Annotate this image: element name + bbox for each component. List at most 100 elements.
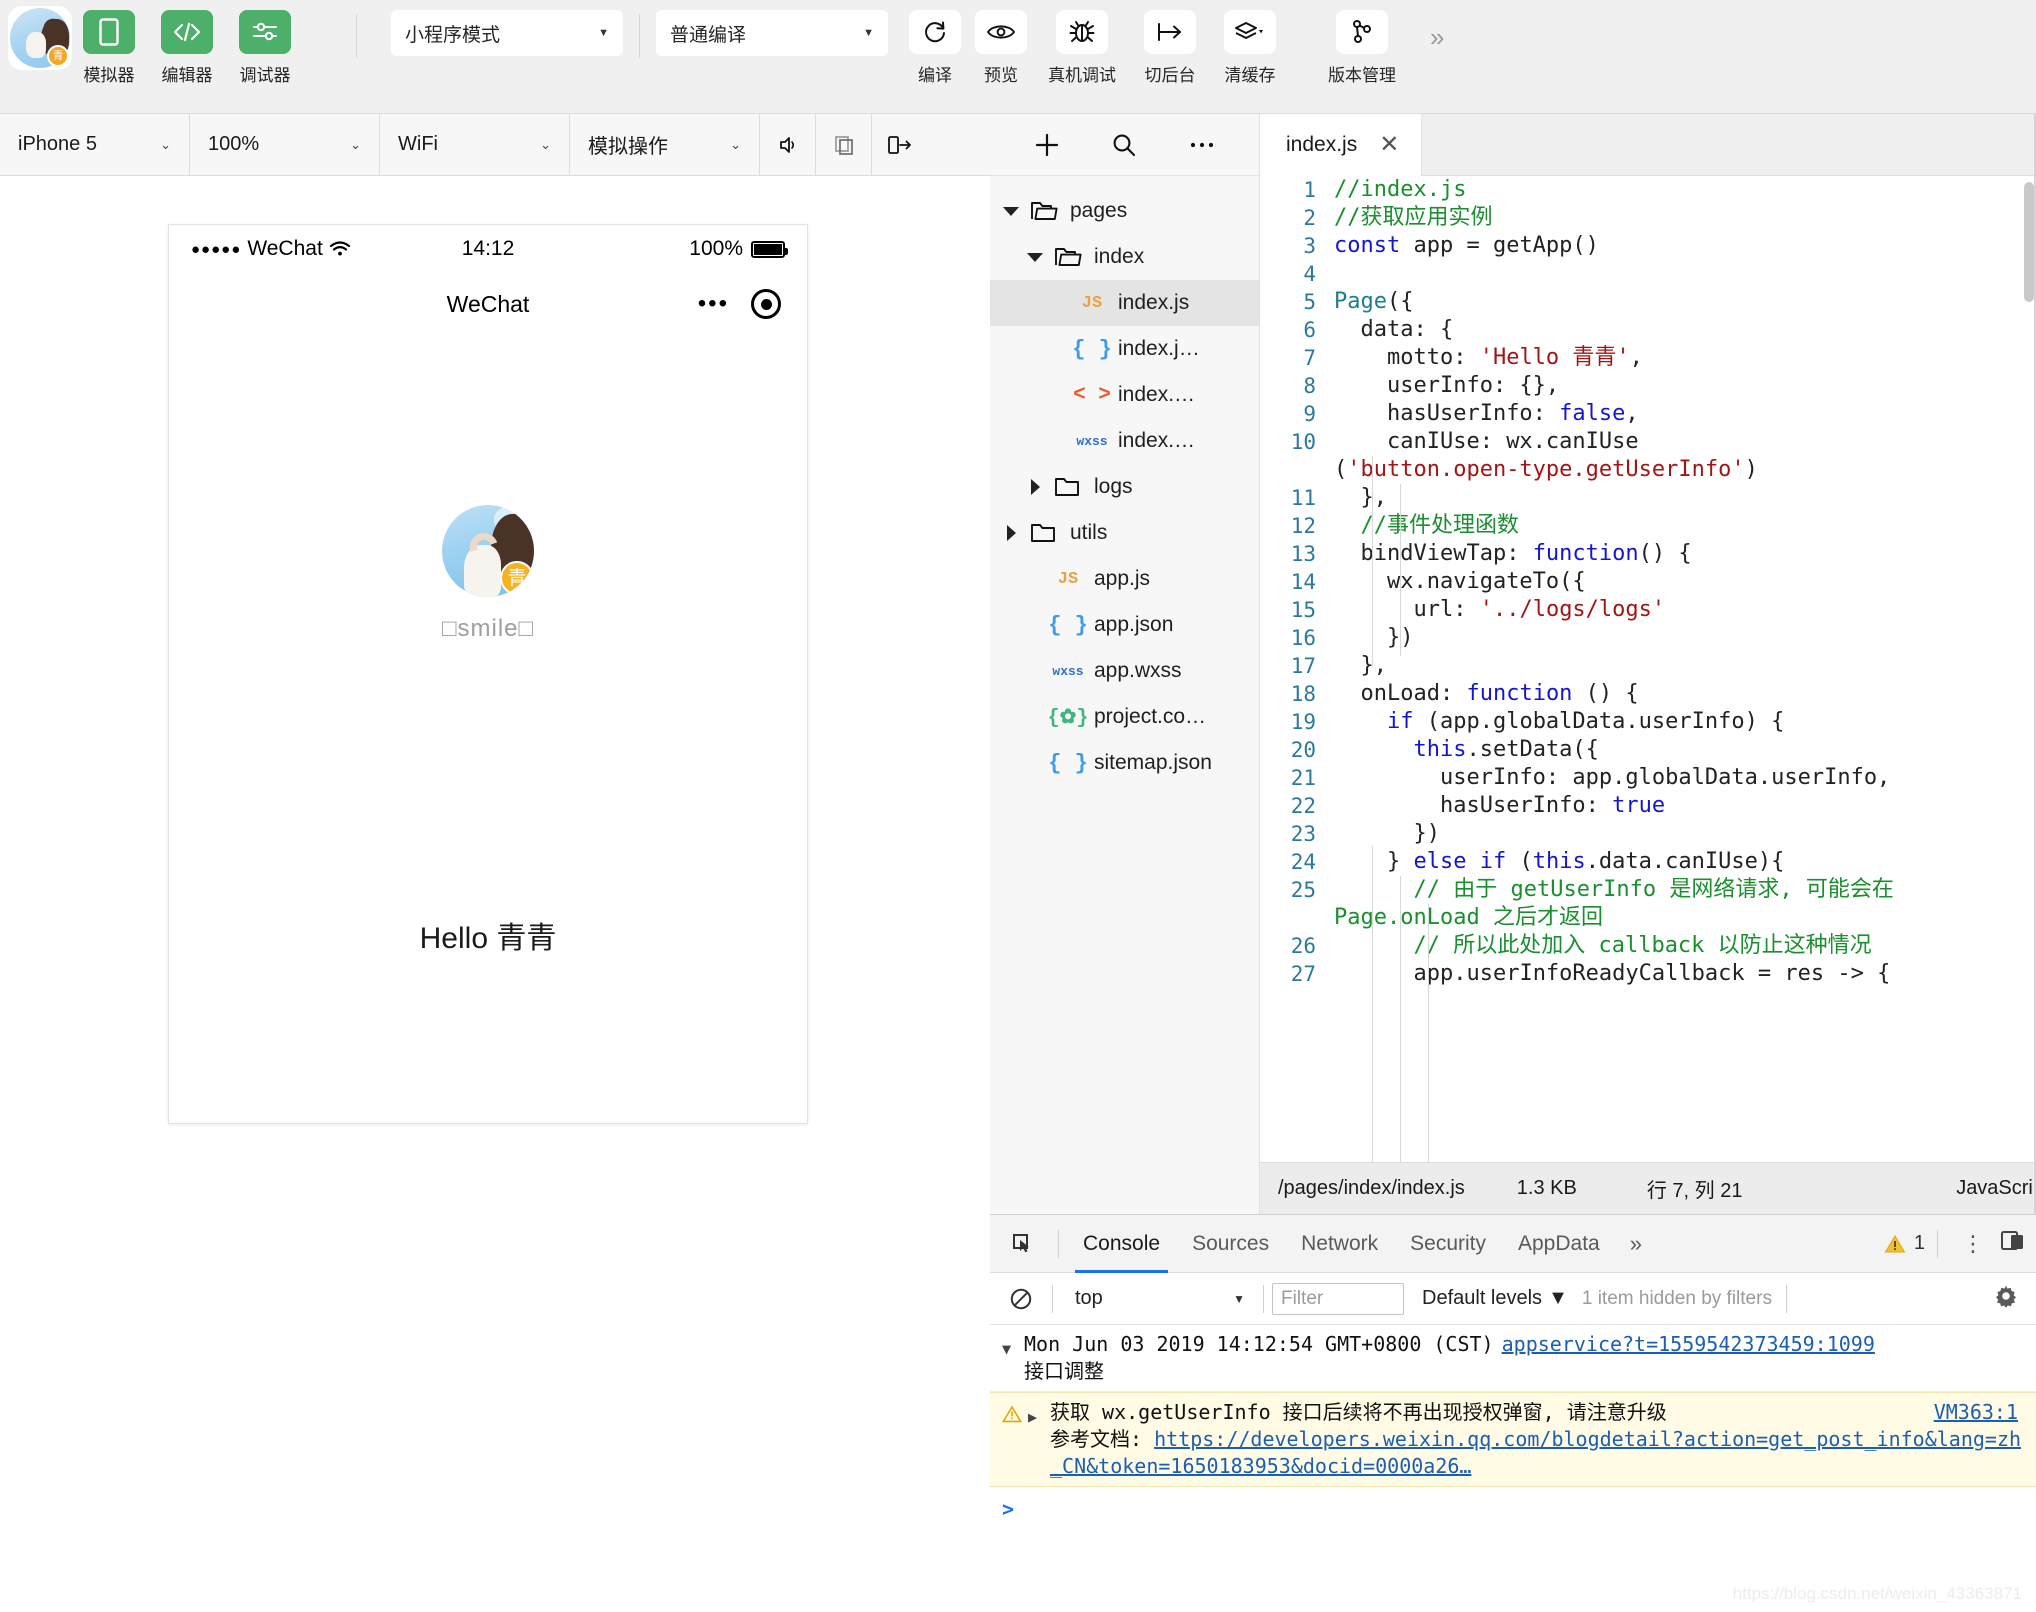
file-tree-item[interactable]: logs xyxy=(990,464,1259,510)
code-viewport[interactable]: 1 //index.js 2 //获取应用实例 3 const app = getApp(… xyxy=(1260,176,2036,1162)
toolbar-action-compile[interactable]: 编译 xyxy=(902,10,968,86)
line-number: 4 xyxy=(1303,262,1316,286)
devtools-more-button[interactable]: ⋮ xyxy=(1950,1232,1996,1255)
copy-icon[interactable] xyxy=(816,114,872,175)
console-filter-input[interactable]: Filter xyxy=(1272,1282,1404,1315)
toolbar-overflow-button[interactable]: » xyxy=(1430,22,1445,53)
target-icon[interactable] xyxy=(751,289,781,319)
file-tree-item[interactable]: {✿} project.co… xyxy=(990,694,1259,740)
file-tree-item[interactable]: index xyxy=(990,234,1259,280)
file-type-label: wxss xyxy=(1052,663,1084,679)
chevron-right-icon[interactable] xyxy=(1000,525,1022,541)
chevron-down-icon[interactable]: ▼ xyxy=(1002,1331,1024,1363)
volume-icon[interactable] xyxy=(760,114,816,175)
file-tree-item[interactable]: utils xyxy=(990,510,1259,556)
compile-target-select[interactable]: 普通编译 ▼ xyxy=(656,10,888,56)
file-type-label: wxss xyxy=(1076,433,1108,449)
gear-icon[interactable] xyxy=(1994,1284,2028,1313)
devtools-tabs-overflow[interactable]: » xyxy=(1616,1231,1653,1257)
inspect-icon[interactable] xyxy=(996,1232,1050,1256)
line-number: 10 xyxy=(1290,430,1316,454)
file-tree-item[interactable]: JS index.js xyxy=(990,280,1259,326)
toolbar-action-preview[interactable]: 预览 xyxy=(968,10,1034,86)
file-tree-item[interactable]: { } app.json xyxy=(990,602,1259,648)
code-line-text: //事件处理函数 xyxy=(1334,512,2036,540)
capsule-menu-icon[interactable]: ••• xyxy=(698,292,729,316)
devtools-tab-security[interactable]: Security xyxy=(1394,1215,1502,1273)
file-tree-item[interactable]: < > index.… xyxy=(990,372,1259,418)
code-line-text: hasUserInfo: true xyxy=(1334,792,2036,820)
toolbar-item-simulator[interactable]: 模拟器 xyxy=(70,10,148,86)
add-file-button[interactable] xyxy=(1024,125,1070,165)
file-name-label: project.co… xyxy=(1094,705,1207,728)
file-type-icon: JS xyxy=(1046,570,1090,589)
code-line-text: hasUserInfo: false, xyxy=(1334,400,2036,428)
chevron-down-icon[interactable] xyxy=(1024,252,1046,262)
devtools-tab-sources[interactable]: Sources xyxy=(1176,1215,1285,1273)
file-tree-item[interactable]: wxss app.wxss xyxy=(990,648,1259,694)
console-context-select[interactable]: top ▼ xyxy=(1061,1287,1255,1310)
line-number: 27 xyxy=(1290,962,1316,986)
status-language[interactable]: JavaScrip xyxy=(1956,1177,2036,1200)
file-tree-item[interactable]: JS app.js xyxy=(990,556,1259,602)
console-log-body: 获取 wx.getUserInfo 接口后续将不再出现授权弹窗, 请注意升级 VM… xyxy=(1050,1399,2026,1480)
devtools-tab-appdata[interactable]: AppData xyxy=(1502,1215,1616,1273)
clear-icon[interactable] xyxy=(998,1279,1044,1319)
dock-icon[interactable] xyxy=(2000,1229,2026,1258)
console-log-source-link[interactable]: VM363:1 xyxy=(1934,1399,2026,1426)
console-log-doc-link[interactable]: https://developers.weixin.qq.com/blogdet… xyxy=(1050,1427,2021,1478)
line-number: 26 xyxy=(1290,934,1316,958)
toolbar-item-editor-label: 编辑器 xyxy=(161,66,213,85)
code-line: 11 }, xyxy=(1260,484,2036,512)
editor-tab-bar-filler xyxy=(1422,114,2036,176)
file-tree-item[interactable]: { } index.j… xyxy=(990,326,1259,372)
sliders-icon xyxy=(239,10,291,54)
code-line: 6 data: { xyxy=(1260,316,2036,344)
phone-icon xyxy=(83,10,135,54)
console-prompt[interactable]: > xyxy=(990,1487,2036,1531)
code-line: 22 hasUserInfo: true xyxy=(1260,792,2036,820)
code-token: data: { xyxy=(1334,317,1454,342)
compile-mode-select[interactable]: 小程序模式 ▼ xyxy=(391,10,623,56)
file-type-label: JS xyxy=(1081,293,1103,313)
file-tree-item[interactable]: { } sitemap.json xyxy=(990,740,1259,786)
toolbar-item-debugger[interactable]: 调试器 xyxy=(226,10,304,86)
toolbar-action-clear-cache[interactable]: 清缓存 xyxy=(1210,10,1290,86)
file-tree-item[interactable]: wxss index.… xyxy=(990,418,1259,464)
chevron-right-icon[interactable]: ▶ xyxy=(1028,1399,1050,1431)
code-token: 'button.open-type.getUserInfo' xyxy=(1347,457,1745,482)
avatar[interactable]: 青 xyxy=(442,505,534,597)
toolbar-action-background[interactable]: 切后台 xyxy=(1130,10,1210,86)
editor-scrollbar[interactable] xyxy=(2024,182,2034,302)
file-explorer-panel: pages index JS index.js { } index.j… < > index.… xyxy=(990,114,1260,1214)
editor-tab-index-js[interactable]: index.js ✕ xyxy=(1260,114,1423,176)
line-number: 11 xyxy=(1290,486,1316,510)
device-network-select[interactable]: WiFi ⌄ xyxy=(380,114,570,175)
devtools-tab-console[interactable]: Console xyxy=(1067,1215,1176,1273)
devtools-tab-network[interactable]: Network xyxy=(1285,1215,1394,1273)
file-tree-item[interactable]: pages xyxy=(990,188,1259,234)
code-token: ({ xyxy=(1386,289,1414,314)
rotate-icon[interactable] xyxy=(872,114,928,175)
toolbar-action-version-control[interactable]: 版本管理 xyxy=(1312,10,1412,86)
line-number: 21 xyxy=(1290,766,1316,790)
explorer-more-button[interactable] xyxy=(1179,125,1225,165)
chevron-down-icon[interactable] xyxy=(1000,206,1022,216)
toolbar-action-clear-cache-label: 清缓存 xyxy=(1224,66,1276,85)
device-simulate-select[interactable]: 模拟操作 ⌄ xyxy=(570,114,760,175)
chevron-right-icon[interactable] xyxy=(1024,479,1046,495)
console-log-row[interactable]: ▶ 获取 wx.getUserInfo 接口后续将不再出现授权弹窗, 请注意升级 V… xyxy=(990,1392,2036,1487)
toolbar-item-editor[interactable]: 编辑器 xyxy=(148,10,226,86)
code-line-text: Page.onLoad 之后才返回 xyxy=(1334,904,2036,932)
search-icon[interactable] xyxy=(1101,125,1147,165)
device-zoom-select[interactable]: 100% ⌄ xyxy=(190,114,380,175)
console-log-row[interactable]: ▼ Mon Jun 03 2019 14:12:54 GMT+0800 (CST)… xyxy=(990,1325,2036,1392)
console-log-levels-select[interactable]: Default levels ▼ xyxy=(1422,1287,1568,1310)
warning-count-badge[interactable]: 1 xyxy=(1884,1232,1925,1255)
toolbar-action-real-device-debug[interactable]: 真机调试 xyxy=(1034,10,1130,86)
close-icon[interactable]: ✕ xyxy=(1379,133,1399,157)
console-log-source-link[interactable]: appservice?t=1559542373459:1099 xyxy=(1502,1332,1875,1356)
device-model-select[interactable]: iPhone 5 ⌄ xyxy=(0,114,190,175)
account-avatar-button[interactable]: 青 xyxy=(10,8,70,68)
console-log-line: Mon Jun 03 2019 14:12:54 GMT+0800 (CST) a… xyxy=(1024,1331,2026,1358)
